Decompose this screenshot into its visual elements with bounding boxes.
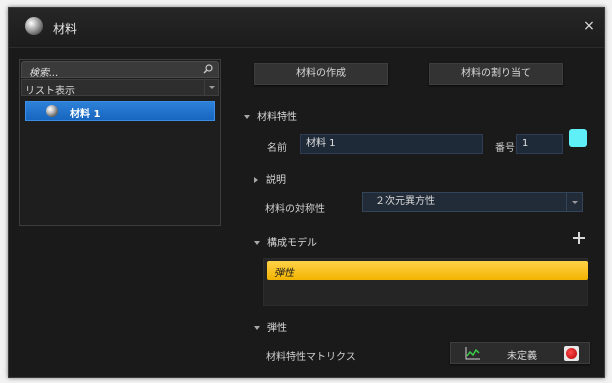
search-icon[interactable] [203,64,213,74]
constitutive-model-list: 弾性 [263,258,588,306]
number-field[interactable]: 1 [516,134,563,154]
elastic-header[interactable]: 弾性 [254,319,287,334]
property-matrix-label: 材料特性マトリクス [266,352,356,363]
model-item-label: 弾性 [274,268,294,279]
dialog-title: 材料 [53,22,78,36]
description-label: 説明 [266,175,286,186]
property-matrix-button[interactable]: 未定義 [450,342,590,364]
material-sphere-icon [25,17,43,35]
material-color-swatch[interactable] [569,129,587,147]
material-properties-label: 材料特性 [257,112,297,123]
material-list-item[interactable]: 材料 1 [25,101,215,121]
expand-triangle-icon [254,177,258,183]
line-chart-icon [465,347,480,360]
symmetry-select[interactable]: ２次元異方性 [362,192,583,212]
assign-material-button[interactable]: 材料の割り当て [429,63,563,85]
collapse-triangle-icon [254,241,260,245]
symmetry-value: ２次元異方性 [375,196,435,207]
collapse-triangle-icon [244,115,250,119]
constitutive-model-label: 構成モデル [267,238,317,249]
view-mode-value: リスト表示 [25,86,75,97]
chevron-down-icon[interactable] [566,193,582,211]
model-list-item[interactable]: 弾性 [267,261,588,280]
chevron-down-icon[interactable] [204,80,218,95]
material-sphere-icon [46,105,58,117]
number-label: 番号 [495,143,515,154]
search-placeholder: 検索... [29,68,59,79]
material-properties-header[interactable]: 材料特性 [244,108,297,123]
material-item-label: 材料 1 [70,109,101,120]
create-material-button[interactable]: 材料の作成 [254,63,388,85]
search-input[interactable]: 検索... [21,61,219,79]
title-bar: 材料 × [9,8,604,48]
view-mode-select[interactable]: リスト表示 [21,79,219,97]
material-list-panel: 検索... リスト表示 材料 1 [19,59,221,226]
error-status-icon [564,346,579,361]
symmetry-label: 材料の対称性 [265,204,325,215]
name-label: 名前 [267,143,287,154]
collapse-triangle-icon [254,326,260,330]
elastic-label: 弾性 [267,323,287,334]
constitutive-model-header[interactable]: 構成モデル [254,234,317,249]
plus-icon[interactable] [572,231,586,245]
name-field[interactable]: 材料 1 [300,134,483,154]
matrix-status-label: 未定義 [507,351,537,362]
description-header[interactable]: 説明 [254,171,286,186]
close-icon[interactable]: × [582,19,596,33]
